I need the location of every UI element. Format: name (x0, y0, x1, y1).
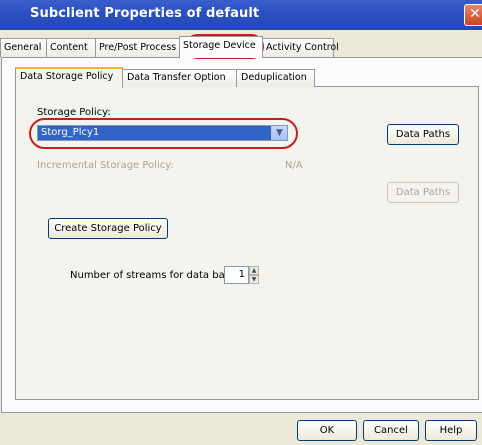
ok-button[interactable]: OK (297, 420, 357, 441)
incremental-storage-policy-label: Incremental Storage Policy: (37, 160, 174, 171)
tab-storage-device[interactable]: Storage Device (179, 36, 263, 58)
storage-policy-highlight (29, 118, 298, 149)
title-bar[interactable]: Subclient Properties of default ✕ (0, 0, 482, 30)
spin-down-icon[interactable]: ▼ (249, 275, 259, 284)
tab-content[interactable]: Content (46, 38, 96, 57)
incremental-data-paths-button[interactable]: Data Paths (387, 182, 459, 203)
close-icon: ✕ (469, 6, 481, 22)
subclient-properties-dialog: Subclient Properties of default ✕ Genera… (0, 0, 482, 445)
storage-policy-label: Storage Policy: (37, 107, 111, 118)
outer-tab-bar: General Content Pre/Post Process Storage… (0, 36, 482, 58)
data-paths-button[interactable]: Data Paths (387, 124, 459, 145)
help-button[interactable]: Help (425, 420, 477, 441)
tab-data-storage-policy[interactable]: Data Storage Policy (15, 67, 123, 88)
window-title: Subclient Properties of default (30, 6, 260, 21)
close-button[interactable]: ✕ (464, 4, 482, 26)
spin-up-icon[interactable]: ▲ (249, 266, 259, 275)
tab-deduplication[interactable]: Deduplication (236, 69, 315, 87)
tab-pre-post-process[interactable]: Pre/Post Process (95, 38, 180, 57)
streams-spinner: ▲ ▼ (249, 266, 259, 284)
dialog-button-bar: OK Cancel Help (0, 413, 482, 445)
incremental-storage-policy-value: N/A (285, 160, 303, 171)
tab-data-transfer-option[interactable]: Data Transfer Option (122, 69, 237, 87)
tab-general[interactable]: General (0, 38, 47, 57)
streams-spinner-input[interactable]: 1 (224, 266, 249, 284)
tab-activity-control[interactable]: Activity Control (262, 38, 339, 57)
cancel-button[interactable]: Cancel (363, 420, 419, 441)
create-storage-policy-button[interactable]: Create Storage Policy (48, 218, 168, 239)
